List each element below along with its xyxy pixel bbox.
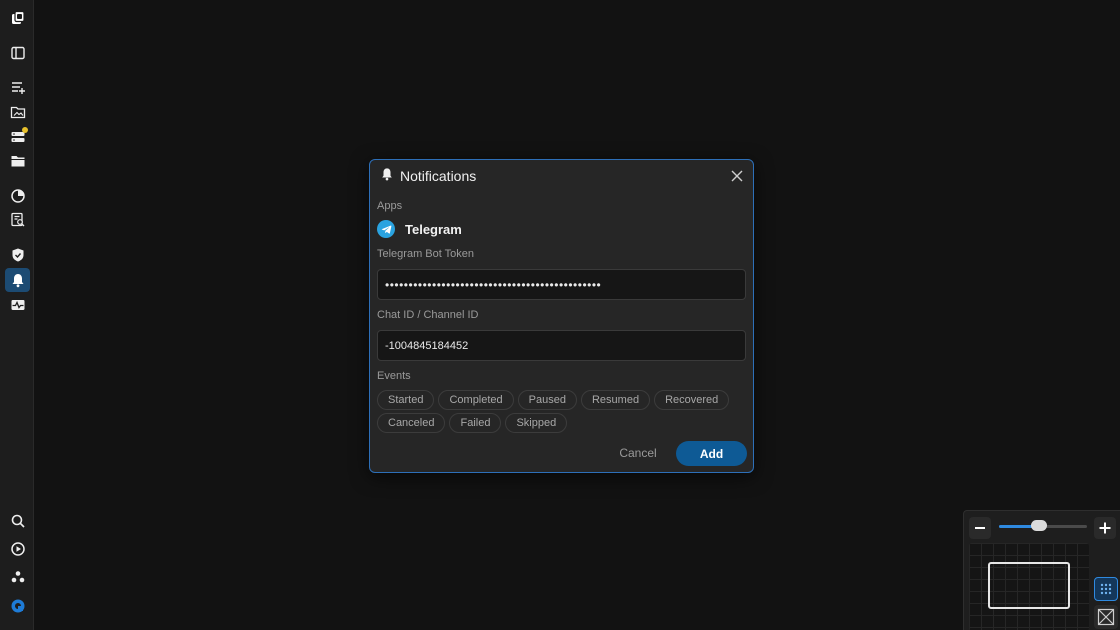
minimap-panel bbox=[963, 510, 1120, 630]
fit-view-icon bbox=[1097, 608, 1115, 626]
events-label: Events bbox=[377, 370, 411, 382]
panel-toggle-icon[interactable] bbox=[5, 41, 30, 65]
brand-icon[interactable] bbox=[5, 594, 30, 618]
notifications-dialog: Notifications Apps Telegram Telegram Bot… bbox=[369, 159, 754, 473]
activity-icon[interactable] bbox=[5, 293, 30, 317]
folder-icon[interactable] bbox=[5, 149, 30, 173]
fit-view-button[interactable] bbox=[1094, 605, 1118, 629]
event-chip-skipped[interactable]: Skipped bbox=[505, 413, 568, 433]
app-telegram: Telegram bbox=[377, 220, 462, 238]
app-logo-icon[interactable] bbox=[5, 6, 30, 30]
chat-id-value: -1004845184452 bbox=[385, 339, 469, 352]
bot-token-value: ••••••••••••••••••••••••••••••••••••••••… bbox=[385, 277, 602, 292]
event-chip-failed[interactable]: Failed bbox=[449, 413, 502, 433]
shield-icon[interactable] bbox=[5, 243, 30, 267]
grid-toggle-button[interactable] bbox=[1094, 577, 1118, 601]
zoom-slider-thumb[interactable] bbox=[1030, 520, 1047, 531]
zoom-out-button[interactable] bbox=[969, 517, 991, 539]
bell-icon[interactable] bbox=[5, 268, 30, 292]
apps-label: Apps bbox=[377, 200, 403, 212]
chat-id-label: Chat ID / Channel ID bbox=[377, 309, 479, 321]
event-chip-canceled[interactable]: Canceled bbox=[377, 413, 446, 433]
bot-token-input[interactable]: ••••••••••••••••••••••••••••••••••••••••… bbox=[377, 269, 746, 300]
cancel-button[interactable]: Cancel bbox=[610, 442, 666, 464]
community-icon[interactable] bbox=[5, 565, 30, 589]
close-button[interactable] bbox=[730, 169, 744, 183]
storage-icon[interactable] bbox=[5, 125, 30, 149]
grid-icon bbox=[1100, 583, 1112, 595]
telegram-icon bbox=[377, 220, 395, 238]
folder-image-icon[interactable] bbox=[5, 100, 30, 124]
events-chip-group: Started Completed Paused Resumed Recover… bbox=[377, 390, 749, 433]
log-search-icon[interactable] bbox=[5, 208, 30, 232]
event-chip-paused[interactable]: Paused bbox=[517, 390, 577, 410]
event-chip-resumed[interactable]: Resumed bbox=[580, 390, 651, 410]
app-name: Telegram bbox=[405, 221, 462, 237]
search-icon[interactable] bbox=[5, 509, 30, 533]
dialog-title: Notifications bbox=[400, 168, 477, 184]
pie-chart-icon[interactable] bbox=[5, 184, 30, 208]
play-icon[interactable] bbox=[5, 537, 30, 561]
minimap-viewport[interactable] bbox=[988, 562, 1070, 609]
chat-id-input[interactable]: -1004845184452 bbox=[377, 330, 746, 361]
bell-icon bbox=[380, 167, 394, 186]
sidebar bbox=[0, 0, 34, 630]
minus-icon bbox=[975, 527, 985, 529]
token-label: Telegram Bot Token bbox=[377, 248, 475, 260]
zoom-slider[interactable] bbox=[999, 520, 1087, 531]
close-icon bbox=[731, 170, 743, 182]
plus-icon bbox=[1099, 522, 1111, 534]
event-chip-completed[interactable]: Completed bbox=[438, 390, 514, 410]
add-list-icon[interactable] bbox=[5, 75, 30, 99]
zoom-in-button[interactable] bbox=[1094, 517, 1116, 539]
event-chip-started[interactable]: Started bbox=[377, 390, 435, 410]
event-chip-recovered[interactable]: Recovered bbox=[654, 390, 730, 410]
minimap-canvas[interactable] bbox=[969, 543, 1089, 630]
add-button[interactable]: Add bbox=[676, 441, 747, 466]
notification-badge bbox=[22, 127, 28, 133]
dialog-header: Notifications bbox=[370, 160, 753, 192]
